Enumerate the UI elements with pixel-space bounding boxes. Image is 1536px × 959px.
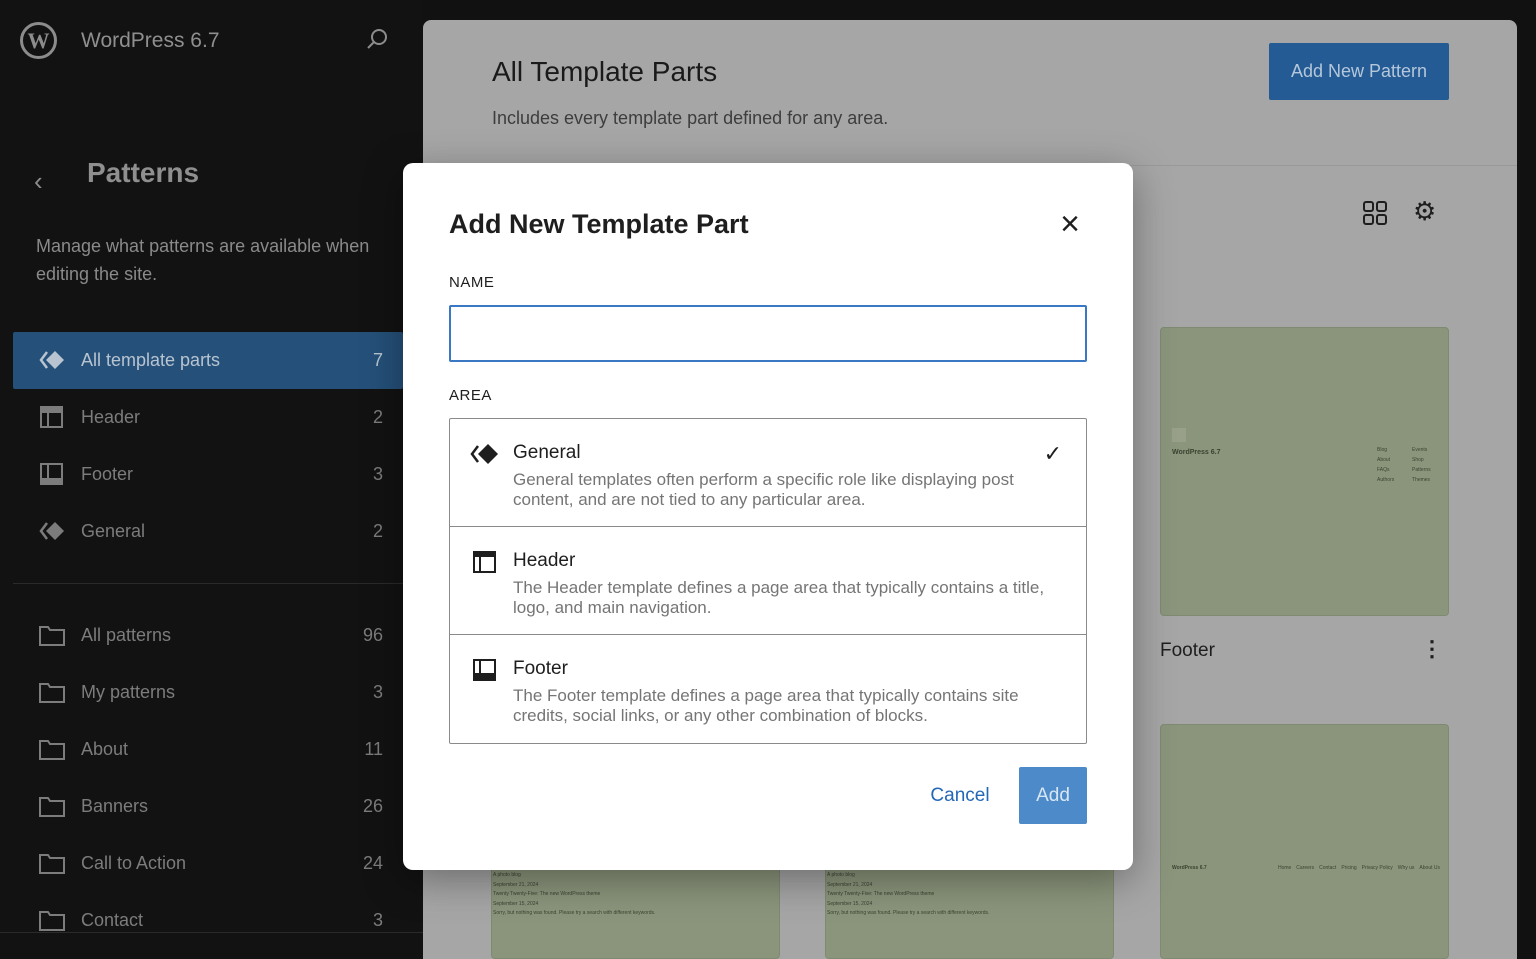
option-name: Header [513,550,576,571]
checkmark-icon: ✓ [1043,441,1062,466]
site-brand[interactable]: W WordPress 6.7 [20,22,220,59]
sidebar-item-category[interactable]: About 11 [13,721,403,778]
thumb-text: A photo blog September 21, 2024 Twenty Twe… [827,872,990,916]
name-input[interactable] [449,305,1087,362]
area-label: AREA [449,387,492,404]
symbol-icon [39,351,64,369]
grid-view-icon[interactable] [1363,201,1387,225]
area-option-footer[interactable]: Footer The Footer template defines a pag… [450,635,1086,743]
category-count: 96 [362,625,383,645]
folder-icon [39,626,65,646]
option-description: General templates often perform a specif… [513,470,1014,509]
page-description: Manage what patterns are available when … [36,236,370,284]
sidebar-item-category[interactable]: Call to Action 24 [13,835,403,892]
close-icon[interactable]: × [1055,207,1085,241]
thumb-title: WordPress 6.7 [1172,865,1207,871]
area-option-general[interactable]: General General templates often perform … [450,419,1086,527]
sidebar-item-category[interactable]: Banners 26 [13,778,403,835]
main-title: All Template Parts [492,56,718,87]
folder-icon [39,854,65,874]
name-label: NAME [449,274,495,291]
thumb-text: A photo blog September 21, 2024 Twenty Twe… [493,872,656,916]
page-title: Patterns [87,157,200,188]
site-logo-placeholder [1172,428,1186,442]
header-icon [473,551,496,573]
folder-icon [39,911,65,931]
main-subtitle: Includes every template part defined for… [492,108,889,128]
back-chevron-icon[interactable]: ‹ [34,166,43,197]
thumb-links: Home Careers Contact Pricing Privacy Policy W… [1277,865,1440,871]
dialog-title: Add New Template Part [449,209,749,239]
thumb-links: Blog About FAQs Authors Events Shop Patterns Th… [1377,447,1431,483]
cancel-button[interactable]: Cancel [915,767,1005,824]
category-label: Call to Action [81,853,187,873]
card-label[interactable]: Footer [1160,640,1215,662]
template-part-card-footer[interactable]: WordPress 6.7 Blog About FAQs Authors Events… [1160,327,1449,616]
settings-gear-icon[interactable]: ⚙ [1413,196,1436,227]
folder-icon [39,683,65,703]
category-label: About [81,739,129,759]
footer-icon [473,659,496,681]
symbol-icon [39,522,64,540]
sidebar-divider [13,583,403,584]
add-template-part-dialog: Add New Template Part × NAME AREA Genera… [403,163,1133,870]
add-button[interactable]: Add [1019,767,1087,824]
category-label: My patterns [81,682,176,702]
option-name: General [513,442,581,463]
template-part-card[interactable]: WordPress 6.7 Home Careers Contact Pricing P… [1160,724,1449,959]
main-header: All Template Parts Includes every templa… [423,20,1517,166]
category-count: 11 [364,739,383,759]
sidebar: W WordPress 6.7 ‹ Patterns Manage what p… [0,0,423,959]
category-label: Banners [81,796,149,816]
sidebar-divider [0,932,423,933]
search-icon[interactable] [366,28,388,50]
thumb-title: WordPress 6.7 [1172,449,1221,456]
more-actions-icon[interactable]: ⋮ [1421,636,1443,662]
symbol-icon [470,444,498,464]
folder-icon [39,797,65,817]
option-description: The Footer template defines a page area … [513,686,1019,725]
area-option-header[interactable]: Header The Header template defines a pag… [450,527,1086,635]
category-label: Contact [81,910,144,930]
header-icon [40,406,63,428]
sidebar-item-general[interactable]: General 2 [13,503,403,560]
sidebar-item-category[interactable]: My patterns 3 [13,664,403,721]
category-count: 3 [372,910,383,930]
area-radio-group: General General templates often perform … [449,418,1087,744]
category-label: All patterns [81,625,172,645]
site-title: WordPress 6.7 [81,28,220,52]
sidebar-item-category[interactable]: All patterns 96 [13,607,403,664]
sidebar-item-all-template-parts[interactable]: All template parts 7 [13,332,403,389]
category-count: 3 [372,682,383,702]
sidebar-item-header[interactable]: Header 2 [13,389,403,446]
footer-icon [40,463,63,485]
category-count: 26 [362,796,383,816]
add-new-pattern-button[interactable]: Add New Pattern [1269,43,1449,100]
category-count: 24 [362,853,383,873]
sidebar-item-footer[interactable]: Footer 3 [13,446,403,503]
sidebar-item-category[interactable]: Contact 3 [13,892,403,949]
option-name: Footer [513,658,568,679]
folder-icon [39,740,65,760]
wordpress-logo-icon: W [20,22,57,59]
option-description: The Header template defines a page area … [513,578,1045,617]
